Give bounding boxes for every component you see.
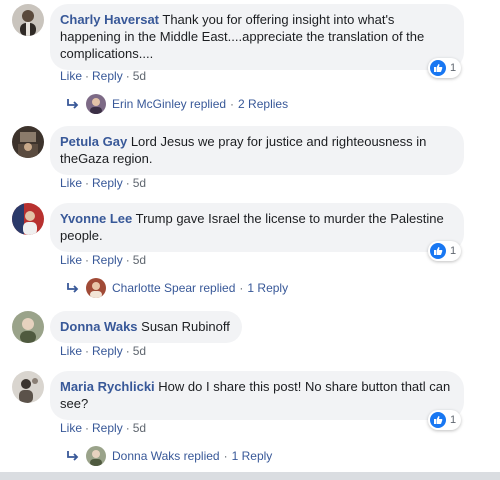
comment-actions: Like · Reply · 5d [60, 253, 147, 267]
reaction-count-label: 1 [450, 62, 457, 74]
reaction-count[interactable]: 1 [428, 241, 462, 261]
comment-author[interactable]: Charly Haversat [60, 12, 159, 27]
comment-bubble: Charly Haversat Thank you for offering i… [50, 4, 464, 70]
comment-author[interactable]: Maria Rychlicki [60, 379, 155, 394]
reply-link[interactable]: Reply [92, 176, 123, 190]
replier-name[interactable]: Erin McGinley replied [112, 97, 226, 111]
avatar [86, 446, 106, 466]
reply-arrow-icon [67, 99, 79, 109]
reaction-count-label: 1 [450, 414, 457, 426]
comment-author[interactable]: Donna Waks [60, 319, 138, 334]
reply-arrow-icon [67, 451, 79, 461]
reply-arrow-icon [67, 283, 79, 293]
timestamp[interactable]: 5d [133, 176, 146, 190]
replies-count[interactable]: 1 Reply [232, 449, 273, 463]
replies-count[interactable]: 1 Reply [247, 281, 288, 295]
bottom-divider [0, 472, 500, 480]
avatar[interactable] [12, 203, 44, 235]
comment-author[interactable]: Yvonne Lee [60, 211, 132, 226]
comment-actions: Like · Reply · 5d [60, 344, 147, 358]
comment-text: Susan Rubinoff [141, 319, 230, 334]
replies-link[interactable]: Donna Waks replied · 1 Reply [66, 446, 272, 466]
timestamp[interactable]: 5d [133, 69, 146, 83]
avatar[interactable] [12, 311, 44, 343]
avatar [86, 94, 106, 114]
comment-bubble: Petula Gay Lord Jesus we pray for justic… [50, 126, 464, 175]
reaction-count[interactable]: 1 [428, 410, 462, 430]
replier-name[interactable]: Charlotte Spear replied [112, 281, 235, 295]
timestamp[interactable]: 5d [133, 253, 146, 267]
reaction-count[interactable]: 1 [428, 58, 462, 78]
timestamp[interactable]: 5d [133, 421, 146, 435]
comment-actions: Like · Reply · 5d [60, 69, 147, 83]
reply-link[interactable]: Reply [92, 421, 123, 435]
avatar[interactable] [12, 371, 44, 403]
replies-link[interactable]: Charlotte Spear replied · 1 Reply [66, 278, 288, 298]
timestamp[interactable]: 5d [133, 344, 146, 358]
reaction-count-label: 1 [450, 245, 457, 257]
avatar[interactable] [12, 126, 44, 158]
thumbs-up-icon [430, 243, 446, 259]
comment-bubble: Yvonne Lee Trump gave Israel the license… [50, 203, 464, 252]
reply-link[interactable]: Reply [92, 69, 123, 83]
like-link[interactable]: Like [60, 253, 82, 267]
comment-actions: Like · Reply · 5d [60, 421, 147, 435]
avatar [86, 278, 106, 298]
reply-link[interactable]: Reply [92, 253, 123, 267]
comment-author[interactable]: Petula Gay [60, 134, 127, 149]
like-link[interactable]: Like [60, 176, 82, 190]
avatar[interactable] [12, 4, 44, 36]
replies-count[interactable]: 2 Replies [238, 97, 288, 111]
comment-actions: Like · Reply · 5d [60, 176, 147, 190]
like-link[interactable]: Like [60, 69, 82, 83]
comment-bubble: Maria Rychlicki How do I share this post… [50, 371, 464, 420]
like-link[interactable]: Like [60, 421, 82, 435]
replies-link[interactable]: Erin McGinley replied · 2 Replies [66, 94, 288, 114]
reply-link[interactable]: Reply [92, 344, 123, 358]
like-link[interactable]: Like [60, 344, 82, 358]
thumbs-up-icon [430, 412, 446, 428]
comment-bubble: Donna Waks Susan Rubinoff [50, 311, 242, 343]
replier-name[interactable]: Donna Waks replied [112, 449, 220, 463]
thumbs-up-icon [430, 60, 446, 76]
